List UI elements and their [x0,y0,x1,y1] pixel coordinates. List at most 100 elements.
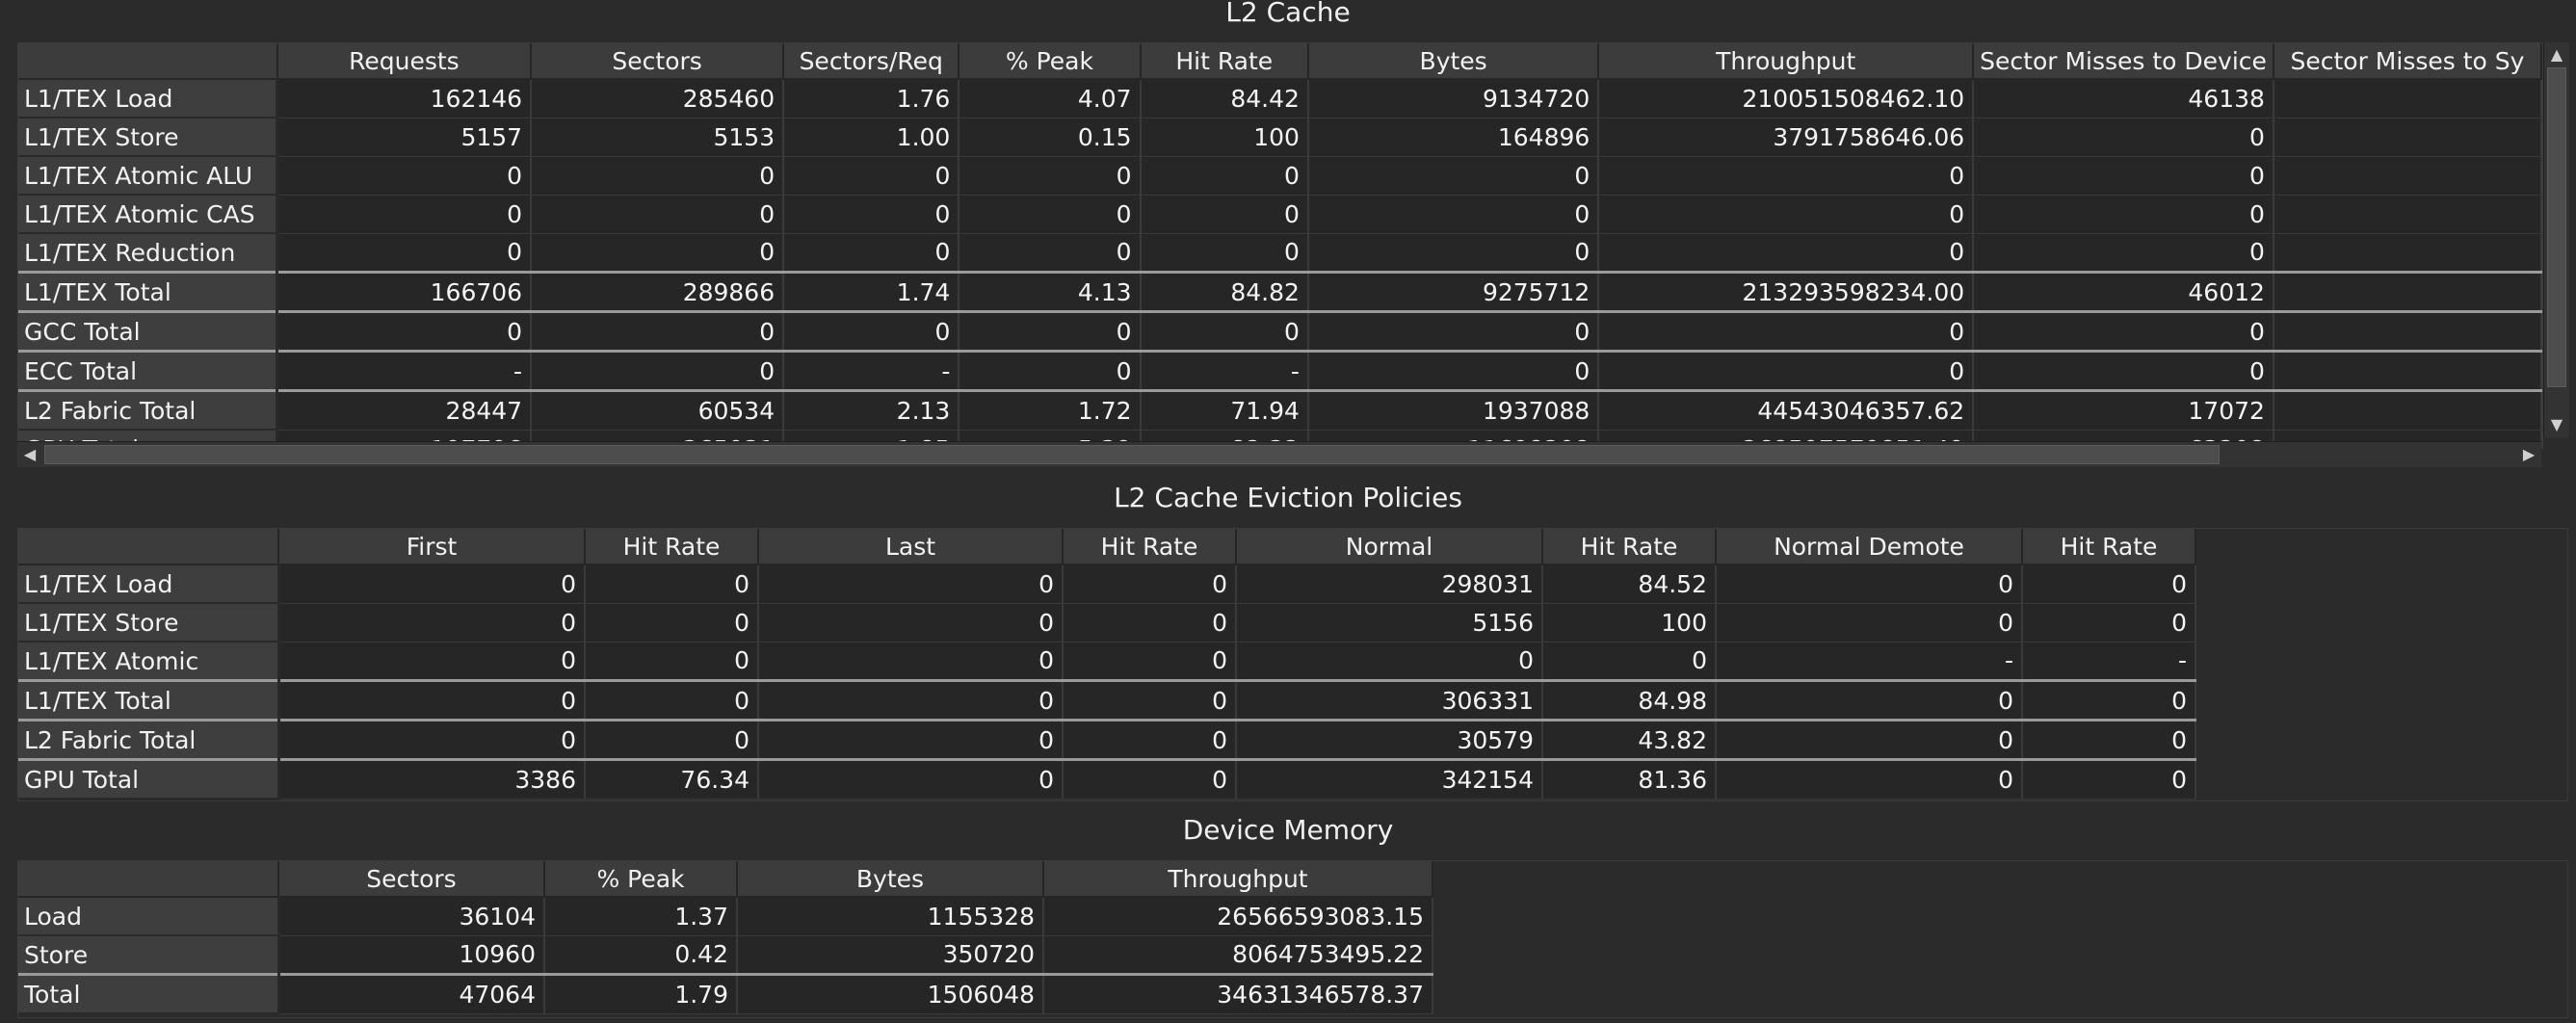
table-row[interactable]: L1/TEX Load 0 0 0 0 298031 84.52 0 0 [18,564,2196,604]
column-header-throughput[interactable]: Throughput [1598,43,1975,80]
table-cell: - [2022,642,2196,681]
table-row[interactable]: L1/TEX Load 162146 285460 1.76 4.07 84.42 9134… [18,79,2542,118]
table-cell: 0 [2022,603,2196,643]
table-row[interactable]: L2 Fabric Total 28447 60534 2.13 1.72 71.94 19… [18,389,2542,431]
table-cell: 0 [278,719,586,760]
row-header-ecc-total: ECC Total [18,350,279,392]
row-header-l1-tex-load: L1/TEX Load [18,564,280,604]
table-row[interactable]: ECC Total -0-0-0 0 0 [18,350,2542,392]
table-cell: 30579 [1236,719,1543,760]
table-row[interactable]: GPU Total 3386 76.34 0 0 342154 81.36 0 0 [18,758,2196,800]
table-row[interactable]: L1/TEX Atomic 0 0 0 0 0 0- - [18,642,2196,682]
column-header-bytes[interactable]: Bytes [737,861,1044,898]
table-cell: 46138 [1973,79,2274,118]
vertical-scroll-thumb[interactable] [2547,67,2566,387]
table-cell: 43.82 [1542,719,1717,760]
table-cell: 0 [1063,603,1237,643]
table-corner [18,43,278,80]
table-row[interactable]: L1/TEX Store 0 0 0 0 5156 100 0 0 [18,603,2196,643]
row-header-load: Load [18,897,280,936]
table-cell: 0 [1140,195,1309,234]
column-header-normal[interactable]: Normal [1236,529,1543,565]
device-memory-table: Sectors% Peak Bytes Throughput Load 36104 1.3… [18,861,1433,1014]
table-cell: 164896 [1307,118,1600,157]
table-row[interactable]: L1/TEX Total 166706 289866 1.74 4.13 84.82 927… [18,271,2542,313]
row-header-l2-fabric-total: L2 Fabric Total [18,389,279,431]
column-header-sectors-req[interactable]: Sectors/Req [783,43,960,80]
row-header-l1-tex-store: L1/TEX Store [18,118,279,157]
table-cell: 5156 [1236,603,1543,643]
table-cell: 1.79 [544,973,738,1014]
table-cell: 0 [1716,679,2023,721]
table-cell: 289866 [531,271,785,312]
table-cell: 3386 [278,758,586,800]
table-cell: 0 [1542,642,1717,681]
scroll-up-icon[interactable]: ▲ [2546,44,2567,66]
device-memory-title: Device Memory [1182,814,1394,846]
table-cell [2273,271,2542,312]
table-cell: 298031 [1236,564,1543,604]
table-cell: 166706 [276,271,533,312]
column-header-hit-rate[interactable]: Hit Rate [2022,529,2196,565]
table-cell [2273,350,2542,391]
column-header-normal-demote[interactable]: Normal Demote [1716,529,2023,565]
column-header-sectors[interactable]: Sectors [278,861,545,898]
column-header-sector-misses-to-sy[interactable]: Sector Misses to Sy [2273,43,2542,80]
row-header-l1-tex-load: L1/TEX Load [18,79,279,118]
scroll-down-icon[interactable]: ▼ [2546,414,2567,435]
column-header-last[interactable]: Last [758,529,1064,565]
eviction-policies-title: L2 Cache Eviction Policies [1114,482,1462,513]
table-cell: 4.13 [959,271,1142,312]
column-header-peak[interactable]: % Peak [544,861,738,898]
table-row[interactable]: Total 47064 1.79 1506048 34631346578.37 [18,973,1433,1014]
table-cell: 0 [276,233,533,273]
l2-cache-horizontal-scrollbar[interactable]: ◀ ▶ [17,441,2541,467]
horizontal-scroll-thumb[interactable] [44,445,2220,464]
row-header-l1-tex-store: L1/TEX Store [18,603,280,643]
table-cell: 0 [959,233,1142,273]
table-cell: 0 [758,603,1064,643]
table-cell: 0 [276,195,533,234]
table-cell: 10960 [278,935,545,975]
table-cell: 44543046357.62 [1598,389,1975,431]
scroll-right-icon[interactable]: ▶ [2518,444,2539,465]
table-cell: 8064753495.22 [1043,935,1433,975]
row-header-gpu-total: GPU Total [18,758,280,800]
table-cell: 1.37 [544,897,738,936]
table-row[interactable]: L1/TEX Reduction 0 0 0 0 0 0 0 0 [18,233,2542,274]
table-cell: 0 [758,642,1064,681]
column-header-sector-misses-to-device[interactable]: Sector Misses to Device [1973,43,2274,80]
row-header-gcc-total: GCC Total [18,310,279,353]
table-cell: 34631346578.37 [1043,973,1433,1014]
column-header-bytes[interactable]: Bytes [1307,43,1600,80]
scroll-left-icon[interactable]: ◀ [19,444,40,465]
table-cell: 76.34 [585,758,759,800]
l2-cache-vertical-scrollbar[interactable]: ▲ ▼ [2543,42,2569,437]
column-header-hit-rate[interactable]: Hit Rate [585,529,759,565]
column-header-hit-rate[interactable]: Hit Rate [1542,529,1717,565]
column-header-requests[interactable]: Requests [276,43,533,80]
column-header-hit-rate[interactable]: Hit Rate [1140,43,1309,80]
table-row[interactable]: L1/TEX Total 0 0 0 0 306331 84.98 0 0 [18,679,2196,721]
column-header-hit-rate[interactable]: Hit Rate [1063,529,1237,565]
table-row[interactable]: L2 Fabric Total 0 0 0 0 30579 43.82 0 0 [18,719,2196,761]
table-cell: 84.98 [1542,679,1717,721]
table-cell: 84.82 [1140,271,1309,312]
table-row[interactable]: Load 36104 1.37 1155328 26566593083.15 [18,897,1433,936]
table-cell: 0 [531,350,785,391]
table-row[interactable]: L1/TEX Atomic CAS 0 0 0 0 0 0 0 0 [18,195,2542,234]
column-header-throughput[interactable]: Throughput [1043,861,1433,898]
table-cell: 9275712 [1307,271,1600,312]
table-cell: 0 [1973,233,2274,273]
column-header-first[interactable]: First [278,529,586,565]
table-row[interactable]: L1/TEX Store 5157 5153 1.00 0.15 100 164896 379… [18,118,2542,157]
table-cell: 350720 [737,935,1044,975]
table-row[interactable]: GCC Total 0 0 0 0 0 0 0 0 [18,310,2542,353]
column-header-peak[interactable]: % Peak [959,43,1142,80]
table-row[interactable]: L1/TEX Atomic ALU 0 0 0 0 0 0 0 0 [18,156,2542,196]
table-cell: 17072 [1973,389,2274,431]
table-cell: 0 [959,310,1142,352]
column-header-sectors[interactable]: Sectors [531,43,785,80]
table-cell: 0 [531,195,785,234]
table-row[interactable]: Store 10960 0.42 350720 8064753495.22 [18,935,1433,976]
